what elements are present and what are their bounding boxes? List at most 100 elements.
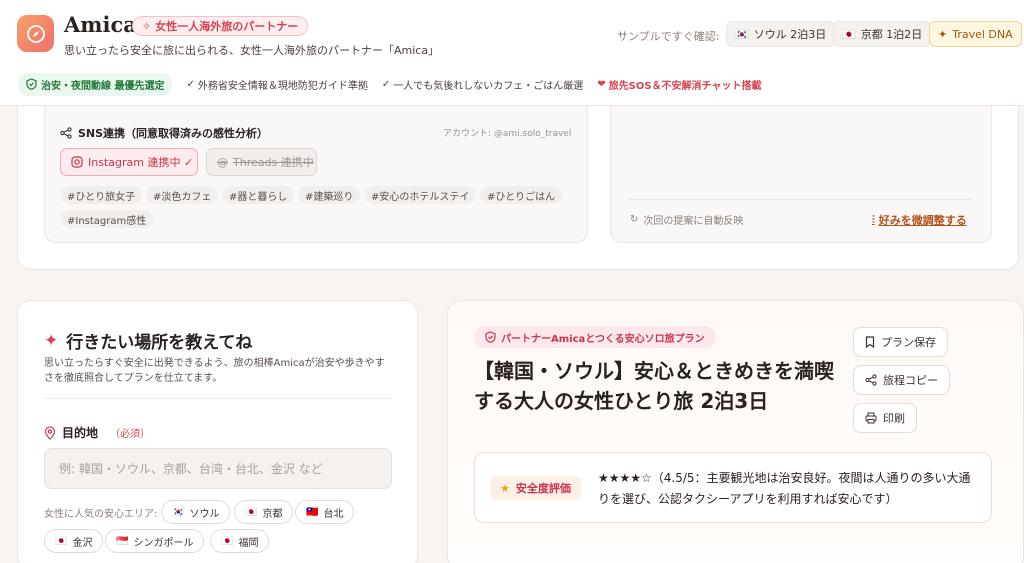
- sns-title: SNS連携（同意取得済みの感性分析）: [60, 125, 268, 141]
- map-pin-icon: [44, 425, 56, 440]
- app-header: Amica ✧ 女性一人海外旅のパートナー 思い立ったら安全に旅に出られる、女性…: [0, 0, 1024, 106]
- app-subtitle: 思い立ったら安全に旅に出られる、女性一人海外旅のパートナー「Amica」: [64, 44, 440, 57]
- copy-itinerary-label: 旅程コピー: [883, 374, 938, 387]
- divider: [628, 199, 972, 200]
- threads-connect-button[interactable]: @ Threads 連携中: [206, 148, 317, 176]
- hashtag-chip: #Instagram感性: [60, 210, 154, 228]
- flag-jp-icon: 🇯🇵: [221, 535, 234, 547]
- sample-seoul-button[interactable]: 🇰🇷 ソウル 2泊3日: [726, 21, 836, 47]
- area-chip-seoul[interactable]: 🇰🇷 ソウル: [161, 500, 231, 524]
- refresh-icon: ↻: [630, 214, 639, 225]
- threads-label: Threads 連携中: [233, 156, 314, 169]
- safety-rating-text: ★★★★☆（4.5/5：主要観光地は治安良好。夜間は人通りの多い大通りを選び、公…: [598, 471, 971, 506]
- travel-dna-button[interactable]: ✦ Travel DNA: [929, 21, 1022, 47]
- print-label: 印刷: [883, 412, 905, 425]
- area-chip-label: ソウル: [189, 508, 220, 520]
- hashtag-chip: #安心のホテルステイ: [364, 186, 477, 204]
- share-icon: [60, 127, 72, 139]
- area-chip-singapore[interactable]: 🇸🇬 シンガポール: [105, 529, 205, 553]
- flag-kr-icon: 🇰🇷: [735, 27, 749, 41]
- sns-account: アカウント: @ami.solo_travel: [443, 129, 572, 139]
- hashtag-chip: #器と暮らし: [222, 186, 295, 204]
- area-chip-fukuoka[interactable]: 🇯🇵 福岡: [210, 529, 270, 553]
- flag-jp-icon: 🇯🇵: [842, 27, 856, 41]
- tagline-badge-label: 女性一人海外旅のパートナー: [155, 20, 299, 33]
- sns-title-label: SNS連携（同意取得済みの感性分析）: [78, 127, 269, 140]
- sample-seoul-label: ソウル 2泊3日: [753, 28, 827, 41]
- check-icon: ✓: [381, 78, 391, 90]
- heart-icon: ❤: [597, 78, 606, 90]
- feature-item: ✓ 外務省安全情報＆現地防犯ガイド準拠: [186, 77, 367, 92]
- area-chip-label: 福岡: [238, 537, 259, 549]
- hashtag-chip: #ひとりごはん: [480, 186, 563, 204]
- hashtag-chip: #淡色カフェ: [146, 186, 219, 204]
- print-button[interactable]: 印刷: [853, 403, 917, 433]
- tagline-badge: ✧ 女性一人海外旅のパートナー: [132, 16, 309, 36]
- sample-kyoto-label: 京都 1泊2日: [860, 28, 923, 41]
- plan-badge-label: パートナーAmicaとつくる安心ソロ旅プラン: [501, 333, 705, 345]
- brand-name: Amica: [64, 12, 137, 37]
- sos-feature-label: 旅先SOS＆不安解消チャット搭載: [608, 80, 762, 92]
- popular-areas-label: 女性に人気の安心エリア:: [44, 509, 158, 520]
- area-chip-kanazawa[interactable]: 🇯🇵 金沢: [44, 529, 104, 553]
- area-chip-label: 台北: [323, 508, 344, 520]
- feature-bar: 治安・夜間動線 最優先選定 ✓ 外務省安全情報＆現地防犯ガイド準拠 ✓ 一人でも気後…: [0, 66, 1024, 102]
- feature-item: ✓ 一人でも気後れしないカフェ・ごはん厳選: [382, 77, 583, 92]
- sparkles-icon: ✦: [44, 330, 59, 351]
- instagram-connect-button[interactable]: Instagram 連携中 ✓: [60, 148, 198, 176]
- required-marker: （必須）: [110, 429, 151, 440]
- area-chip-taipei[interactable]: 🇹🇼 台北: [295, 500, 355, 524]
- safety-priority-label: 治安・夜間動線 最優先選定: [41, 80, 165, 92]
- flag-tw-icon: 🇹🇼: [306, 506, 319, 518]
- threads-icon: @: [217, 155, 228, 169]
- instagram-icon: [71, 156, 83, 168]
- flag-sg-icon: 🇸🇬: [116, 535, 129, 547]
- instagram-label: Instagram 連携中 ✓: [88, 156, 194, 169]
- destination-label-text: 目的地: [62, 426, 99, 440]
- save-plan-button[interactable]: プラン保存: [853, 327, 948, 357]
- auto-apply-label: 次回の提案に自動反映: [643, 216, 744, 227]
- copy-itinerary-button[interactable]: 旅程コピー: [853, 365, 950, 395]
- area-chip-kyoto[interactable]: 🇯🇵 京都: [234, 500, 294, 524]
- flag-kr-icon: 🇰🇷: [172, 506, 185, 518]
- sos-feature: ❤ 旅先SOS＆不安解消チャット搭載: [597, 77, 761, 92]
- tune-preferences-label: 好みを微調整する: [878, 214, 967, 227]
- area-chip-label: 京都: [262, 508, 283, 520]
- plan-badge: パートナーAmicaとつくる安心ソロ旅プラン: [474, 326, 716, 348]
- plan-title: 【韓国・ソウル】安心＆ときめきを満喫する大人の女性ひとり旅 2泊3日: [474, 359, 834, 413]
- hashtag-chip: #建築巡り: [298, 186, 361, 204]
- feature-item-label: 外務省安全情報＆現地防犯ガイド準拠: [197, 80, 368, 92]
- form-title-label: 行きたい場所を教えてね: [66, 333, 253, 353]
- tune-preferences-link[interactable]: ⫶ 好みを微調整する: [872, 212, 967, 228]
- feature-item-label: 一人でも気後れしないカフェ・ごはん厳選: [393, 80, 584, 92]
- sparkles-icon: ✦: [938, 27, 948, 41]
- safety-priority-badge: 治安・夜間動線 最優先選定: [18, 72, 173, 96]
- shield-check-icon: [485, 331, 496, 343]
- star-icon: ★: [500, 481, 510, 495]
- shield-check-icon: [26, 78, 37, 90]
- travel-dna-label: Travel DNA: [952, 27, 1013, 41]
- divider: [44, 398, 392, 399]
- area-chip-label: シンガポール: [133, 537, 194, 549]
- form-title: ✦ 行きたい場所を教えてね: [44, 328, 253, 354]
- flag-jp-icon: 🇯🇵: [55, 535, 68, 547]
- check-icon: ✓: [186, 78, 195, 90]
- auto-apply-note: ↻ 次回の提案に自動反映: [630, 212, 743, 227]
- flag-jp-icon: 🇯🇵: [245, 506, 258, 518]
- save-plan-label: プラン保存: [881, 336, 936, 349]
- bookmark-icon: [865, 336, 875, 348]
- destination-label: 目的地 （必須）: [44, 424, 150, 441]
- area-chip-label: 金沢: [72, 537, 93, 549]
- sliders-icon: ⫶: [872, 213, 875, 226]
- sample-kyoto-button[interactable]: 🇯🇵 京都 1泊2日: [833, 21, 932, 47]
- sparkle-icon: ✧: [142, 19, 152, 33]
- share-icon: [865, 374, 877, 386]
- hashtag-chip: #ひとり旅女子: [60, 186, 143, 204]
- sample-label: サンプルですぐ確認:: [617, 30, 720, 43]
- form-description: 思い立ったらすぐ安全に出発できるよう、旅の相棒Amicaが治安や歩きやすさを徹底…: [44, 358, 385, 384]
- destination-input[interactable]: [44, 448, 392, 489]
- safety-rating-badge: ★ 安全度評価: [490, 476, 581, 500]
- safety-rating-label: 安全度評価: [515, 482, 571, 495]
- printer-icon: [865, 412, 877, 424]
- compass-logo-icon[interactable]: [17, 15, 54, 52]
